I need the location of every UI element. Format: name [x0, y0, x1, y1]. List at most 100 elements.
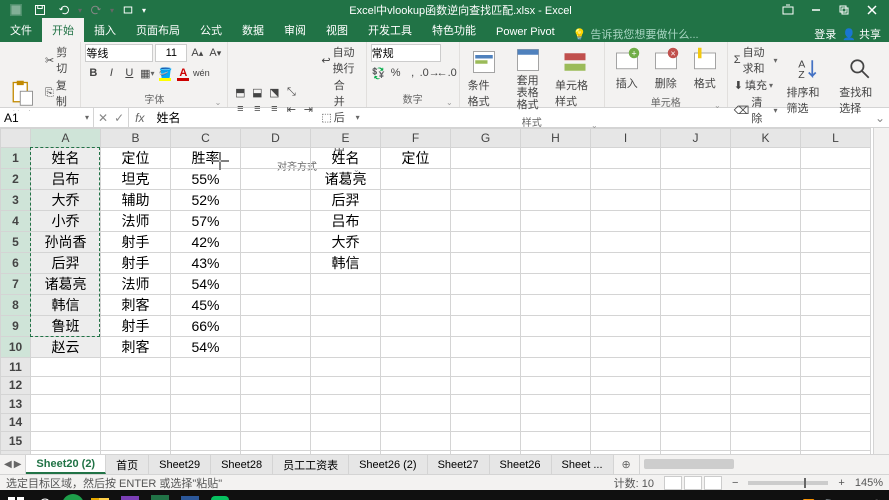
- cell-H15[interactable]: [521, 432, 591, 451]
- cell-I1[interactable]: [591, 148, 661, 169]
- tab-formulas[interactable]: 公式: [190, 18, 232, 42]
- cell-K16[interactable]: [731, 450, 801, 454]
- cell-F8[interactable]: [381, 295, 451, 316]
- cell-L5[interactable]: [801, 232, 871, 253]
- cell-I7[interactable]: [591, 274, 661, 295]
- cell-L3[interactable]: [801, 190, 871, 211]
- italic-button[interactable]: I: [103, 65, 119, 81]
- cell-J13[interactable]: [661, 395, 731, 414]
- cell-I15[interactable]: [591, 432, 661, 451]
- font-name-select[interactable]: [85, 44, 153, 62]
- cell-L12[interactable]: [801, 376, 871, 395]
- border-button[interactable]: ▦▾: [139, 65, 155, 81]
- tab-data[interactable]: 数据: [232, 18, 274, 42]
- cell-G11[interactable]: [451, 358, 521, 377]
- tab-page-layout[interactable]: 页面布局: [126, 18, 190, 42]
- align-middle-button[interactable]: ⬓: [249, 84, 265, 100]
- cell-L11[interactable]: [801, 358, 871, 377]
- cell-K15[interactable]: [731, 432, 801, 451]
- cell-C4[interactable]: 57%: [171, 211, 241, 232]
- cell-F4[interactable]: [381, 211, 451, 232]
- cell-E14[interactable]: [311, 413, 381, 432]
- name-box-dropdown[interactable]: ▾: [85, 113, 89, 122]
- decrease-decimal-button[interactable]: ←.0: [439, 65, 455, 81]
- decrease-font-button[interactable]: A▾: [207, 45, 223, 61]
- cell-D2[interactable]: [241, 169, 311, 190]
- cell-F12[interactable]: [381, 376, 451, 395]
- format-cells-button[interactable]: 格式: [687, 44, 723, 93]
- row-header-8[interactable]: 8: [1, 295, 31, 316]
- cell-B16[interactable]: [101, 450, 171, 454]
- col-header-H[interactable]: H: [521, 129, 591, 148]
- cell-C14[interactable]: [171, 413, 241, 432]
- tab-insert[interactable]: 插入: [84, 18, 126, 42]
- cell-A16[interactable]: [31, 450, 101, 454]
- cell-D13[interactable]: [241, 395, 311, 414]
- cell-A7[interactable]: 诸葛亮: [31, 274, 101, 295]
- row-header-14[interactable]: 14: [1, 413, 31, 432]
- cell-C3[interactable]: 52%: [171, 190, 241, 211]
- cut-button[interactable]: ✂剪切: [43, 44, 76, 76]
- cell-B14[interactable]: [101, 413, 171, 432]
- cell-C2[interactable]: 55%: [171, 169, 241, 190]
- cell-F15[interactable]: [381, 432, 451, 451]
- app-purple-icon[interactable]: [116, 492, 144, 500]
- cell-D6[interactable]: [241, 253, 311, 274]
- cell-D8[interactable]: [241, 295, 311, 316]
- cell-C12[interactable]: [171, 376, 241, 395]
- browser-taskbar-icon[interactable]: [62, 494, 84, 500]
- cell-J6[interactable]: [661, 253, 731, 274]
- cancel-formula-icon[interactable]: ✕: [98, 111, 108, 125]
- zoom-in-button[interactable]: +: [838, 477, 844, 489]
- row-header-4[interactable]: 4: [1, 211, 31, 232]
- cell-I12[interactable]: [591, 376, 661, 395]
- cell-I16[interactable]: [591, 450, 661, 454]
- ribbon-display-options[interactable]: [775, 1, 801, 19]
- vertical-scrollbar[interactable]: [873, 128, 889, 454]
- save-button[interactable]: [30, 1, 50, 19]
- row-header-3[interactable]: 3: [1, 190, 31, 211]
- accounting-format-button[interactable]: 💱: [371, 65, 387, 81]
- row-header-7[interactable]: 7: [1, 274, 31, 295]
- cell-A1[interactable]: 姓名: [31, 148, 101, 169]
- cell-G15[interactable]: [451, 432, 521, 451]
- cell-C16[interactable]: [171, 450, 241, 454]
- row-header-13[interactable]: 13: [1, 395, 31, 414]
- cell-J16[interactable]: [661, 450, 731, 454]
- row-header-6[interactable]: 6: [1, 253, 31, 274]
- cell-I8[interactable]: [591, 295, 661, 316]
- cell-G5[interactable]: [451, 232, 521, 253]
- cell-B7[interactable]: 法师: [101, 274, 171, 295]
- number-format-select[interactable]: [371, 44, 441, 62]
- wrap-text-button[interactable]: ↩自动换行: [319, 44, 361, 76]
- col-header-F[interactable]: F: [381, 129, 451, 148]
- add-sheet-button[interactable]: ⊕: [614, 455, 639, 474]
- cell-L10[interactable]: [801, 337, 871, 358]
- cell-H2[interactable]: [521, 169, 591, 190]
- col-header-C[interactable]: C: [171, 129, 241, 148]
- col-header-J[interactable]: J: [661, 129, 731, 148]
- cell-D15[interactable]: [241, 432, 311, 451]
- cell-L9[interactable]: [801, 316, 871, 337]
- phonetic-button[interactable]: wén: [193, 65, 209, 81]
- cell-B2[interactable]: 坦克: [101, 169, 171, 190]
- qat-customize[interactable]: ▾: [110, 6, 114, 15]
- cell-A15[interactable]: [31, 432, 101, 451]
- cell-G4[interactable]: [451, 211, 521, 232]
- cell-H8[interactable]: [521, 295, 591, 316]
- cell-A9[interactable]: 鲁班: [31, 316, 101, 337]
- cell-K13[interactable]: [731, 395, 801, 414]
- cell-A14[interactable]: [31, 413, 101, 432]
- col-header-A[interactable]: A: [31, 129, 101, 148]
- cell-H6[interactable]: [521, 253, 591, 274]
- cell-L6[interactable]: [801, 253, 871, 274]
- cell-E2[interactable]: 诸葛亮: [311, 169, 381, 190]
- maximize-button[interactable]: [831, 1, 857, 19]
- cell-L8[interactable]: [801, 295, 871, 316]
- cell-F11[interactable]: [381, 358, 451, 377]
- tab-view[interactable]: 视图: [316, 18, 358, 42]
- cell-F6[interactable]: [381, 253, 451, 274]
- sheet-tab-0[interactable]: Sheet20 (2): [26, 455, 106, 474]
- cell-I5[interactable]: [591, 232, 661, 253]
- cell-F1[interactable]: 定位: [381, 148, 451, 169]
